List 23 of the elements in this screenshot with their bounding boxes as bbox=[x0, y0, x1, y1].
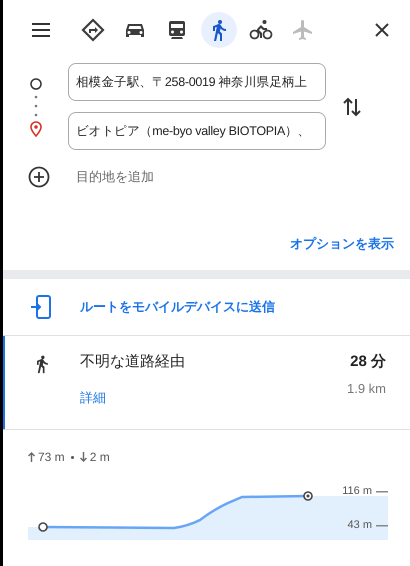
duration-text: 28 分 bbox=[350, 352, 386, 371]
route-title: 不明な道路経由 bbox=[80, 352, 185, 371]
origin-field[interactable]: 相模金子駅、〒258-0019 神奈川県足柄上 bbox=[68, 63, 326, 101]
phone-send-icon[interactable] bbox=[30, 294, 52, 320]
max-elevation-label: 116 m bbox=[342, 485, 388, 497]
separator-dot bbox=[70, 456, 74, 458]
add-destination-link[interactable]: 目的地を追加 bbox=[76, 168, 154, 186]
up-arrow-icon bbox=[28, 452, 35, 462]
walking-person-icon[interactable] bbox=[201, 12, 237, 48]
descent-text: 2 m bbox=[90, 450, 110, 464]
destination-field[interactable]: ビオトピア（me-byo valley BIOTOPIA）、 bbox=[68, 112, 326, 150]
add-circle-icon[interactable] bbox=[28, 166, 50, 188]
ascent-text: 73 m bbox=[38, 450, 65, 464]
distance-text: 1.9 km bbox=[346, 381, 386, 396]
show-options-link[interactable]: オプションを表示 bbox=[290, 235, 394, 253]
route-card[interactable]: 不明な道路経由 詳細 28 分 1.9 km bbox=[3, 336, 410, 430]
details-link[interactable]: 詳細 bbox=[80, 389, 185, 407]
min-elevation-label: 43 m bbox=[348, 519, 388, 531]
down-arrow-icon bbox=[80, 452, 87, 462]
origin-circle-icon bbox=[29, 76, 43, 90]
location-pin-icon bbox=[29, 120, 43, 136]
dots-icon bbox=[34, 94, 38, 118]
send-to-device-link[interactable]: ルートをモバイルデバイスに送信 bbox=[80, 298, 275, 316]
